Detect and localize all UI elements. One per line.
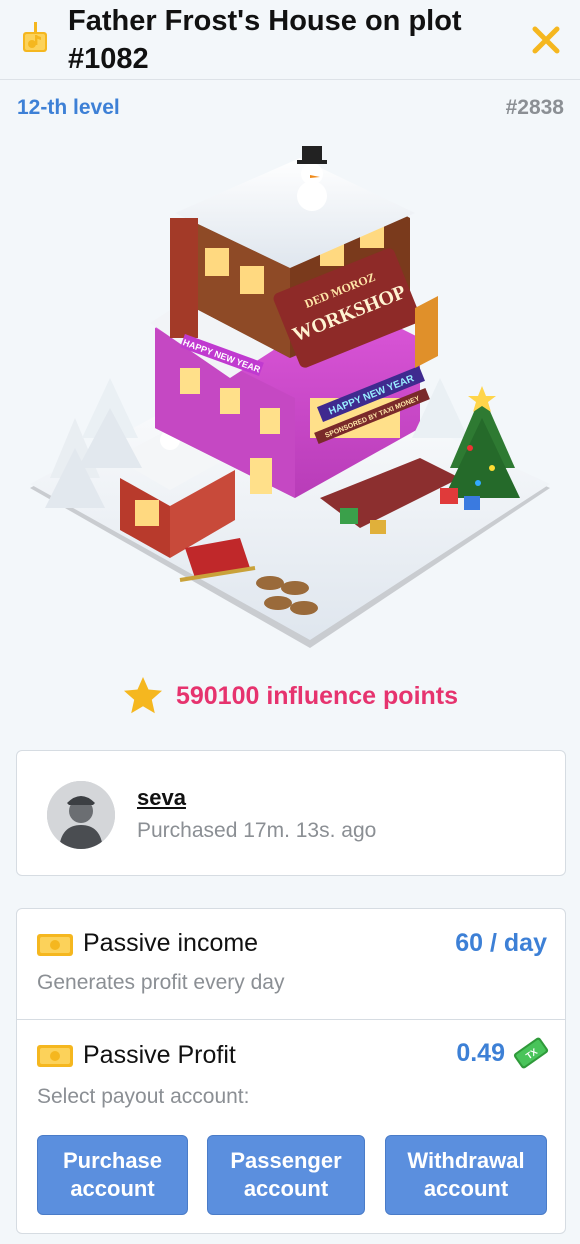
- tx-banknote-icon: TX: [513, 1037, 549, 1069]
- music-note-sign-icon: [23, 22, 47, 52]
- passive-profit-title: Passive Profit: [83, 1041, 236, 1069]
- influence-points: 590100 influence points: [0, 676, 580, 716]
- passive-profit-value: 0.49: [456, 1039, 505, 1067]
- withdrawal-account-button[interactable]: Withdrawal account: [385, 1135, 547, 1215]
- income-card: Passive income 60 / day Generates profit…: [16, 908, 566, 1234]
- level-label: 12-th level: [17, 96, 120, 119]
- row-divider: [17, 1019, 565, 1020]
- passenger-account-button[interactable]: Passenger account: [207, 1135, 365, 1215]
- passive-income-value: 60 / day: [455, 929, 547, 957]
- passive-income-subtitle: Generates profit every day: [37, 971, 285, 994]
- purchased-time: Purchased 17m. 13s. ago: [137, 819, 377, 842]
- close-icon[interactable]: [530, 24, 562, 56]
- avatar[interactable]: [47, 781, 115, 849]
- money-icon: [37, 1045, 73, 1067]
- page-title: Father Frost's House on plot #1082: [68, 5, 462, 75]
- building-illustration: DED MOROZ WORKSHOP HAPPY NEW YEAR HAPPY …: [30, 146, 550, 648]
- money-icon: [37, 934, 73, 956]
- purchase-account-button[interactable]: Purchase account: [37, 1135, 188, 1215]
- header-bar: Father Frost's House on plot #1082: [0, 0, 580, 80]
- passive-income-title: Passive income: [83, 929, 259, 957]
- influence-points-text: 590100 influence points: [175, 681, 459, 710]
- owner-name-link[interactable]: seva: [137, 785, 186, 811]
- owner-card: seva Purchased 17m. 13s. ago: [16, 750, 566, 876]
- star-icon: [123, 677, 162, 714]
- building-number: #2838: [505, 96, 564, 119]
- payout-account-label: Select payout account:: [37, 1085, 250, 1108]
